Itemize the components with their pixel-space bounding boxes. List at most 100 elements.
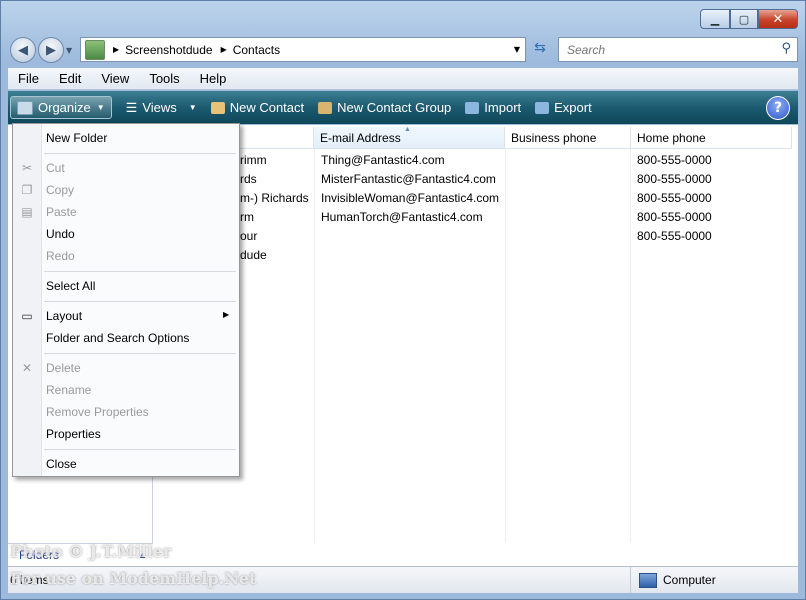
menu-item-layout[interactable]: Layout: [46, 306, 82, 326]
column-header-email[interactable]: E-mail Address ▲: [314, 126, 505, 149]
forward-arrow-icon: ▶: [46, 42, 56, 58]
chevron-down-icon: ▼: [188, 103, 197, 112]
forward-button[interactable]: ▶: [38, 37, 64, 63]
menu-help[interactable]: Help: [190, 71, 237, 86]
export-icon: [535, 101, 550, 114]
menu-edit[interactable]: Edit: [49, 71, 91, 86]
menu-tools[interactable]: Tools: [139, 71, 189, 86]
close-button[interactable]: ✕: [758, 9, 798, 29]
maximize-button[interactable]: ▢: [730, 9, 758, 29]
menu-view[interactable]: View: [91, 71, 139, 86]
breadcrumb-separator-icon[interactable]: ▶: [113, 45, 119, 54]
menu-item-paste[interactable]: Paste: [46, 202, 77, 222]
new-contact-label: New Contact: [229, 100, 305, 115]
organize-menu: New Folder ✂ Cut ❐ Copy ▤ Paste Undo Red…: [12, 123, 240, 477]
watermark-line-2: For use on ModemHelp.Net: [10, 569, 257, 588]
search-icon[interactable]: ⚲: [781, 41, 791, 56]
status-location: Computer: [630, 567, 716, 593]
menu-item-undo[interactable]: Undo: [46, 224, 75, 244]
row-name: m-) Richards: [240, 191, 309, 205]
new-contact-group-icon: [318, 101, 333, 114]
column-header-home-phone-label: Home phone: [637, 130, 706, 145]
breadcrumb-screenshotdude[interactable]: Screenshotdude: [125, 43, 212, 57]
menu-item-delete[interactable]: Delete: [46, 358, 81, 378]
row-home-phone: 800-555-0000: [637, 210, 712, 224]
back-arrow-icon: ◀: [18, 42, 28, 58]
row-email: InvisibleWoman@Fantastic4.com: [321, 191, 500, 205]
menu-icon-gutter: [13, 124, 42, 476]
menu-item-cut[interactable]: Cut: [46, 158, 65, 178]
row-name: dude: [240, 248, 267, 262]
cut-icon: ✂: [21, 161, 33, 175]
menu-item-properties[interactable]: Properties: [46, 424, 101, 444]
minimize-button[interactable]: ▁: [700, 9, 730, 29]
row-home-phone: 800-555-0000: [637, 229, 712, 243]
new-contact-group-button[interactable]: New Contact Group: [318, 100, 451, 115]
help-icon[interactable]: ?: [766, 95, 790, 120]
row-name: our: [240, 229, 258, 243]
menu-item-select-all[interactable]: Select All: [46, 276, 95, 296]
import-icon: [465, 101, 480, 114]
menu-item-rename[interactable]: Rename: [46, 380, 91, 400]
export-button[interactable]: Export: [535, 100, 592, 115]
column-header-home-phone[interactable]: Home phone: [631, 127, 792, 149]
sort-ascending-icon: ▲: [404, 126, 411, 133]
row-home-phone: 800-555-0000: [637, 191, 712, 205]
search-input[interactable]: [565, 38, 769, 61]
window-controls: ▁ ▢ ✕: [700, 9, 798, 31]
menu-separator: [44, 449, 236, 450]
column-header-business-phone-label: Business phone: [511, 130, 597, 145]
copy-icon: ❐: [21, 183, 33, 197]
menu-item-folder-options[interactable]: Folder and Search Options: [46, 328, 189, 348]
export-label: Export: [554, 100, 592, 115]
row-name: rimm: [240, 153, 267, 167]
menu-bar: File Edit View Tools Help: [8, 68, 798, 90]
row-email: Thing@Fantastic4.com: [321, 153, 445, 167]
command-bar: Organize ▼ ☰ Views ▼ New Contact New Con…: [8, 91, 798, 124]
breadcrumb-contacts[interactable]: Contacts: [233, 43, 280, 57]
organize-label: Organize: [38, 100, 91, 115]
views-button[interactable]: ☰ Views ▼: [126, 100, 197, 116]
menu-item-copy[interactable]: Copy: [46, 180, 74, 200]
status-location-label: Computer: [663, 573, 716, 587]
breadcrumb-separator-icon[interactable]: ▶: [221, 45, 227, 54]
chevron-down-icon: ▼: [96, 103, 105, 112]
row-email: HumanTorch@Fantastic4.com: [321, 210, 483, 224]
row-name: rm: [240, 210, 254, 224]
menu-separator: [44, 153, 236, 154]
menu-item-close[interactable]: Close: [46, 454, 77, 474]
import-button[interactable]: Import: [465, 100, 521, 115]
column-header-name[interactable]: [240, 127, 314, 149]
row-name: rds: [240, 172, 257, 186]
address-bar[interactable]: ▶ Screenshotdude ▶ Contacts ▼: [80, 37, 526, 62]
refresh-icon[interactable]: ⇆: [530, 40, 550, 60]
new-contact-group-label: New Contact Group: [337, 100, 452, 115]
delete-icon: ✕: [21, 361, 33, 375]
address-dropdown-icon[interactable]: ▼: [514, 45, 520, 54]
menu-separator: [44, 353, 236, 354]
menu-file[interactable]: File: [8, 71, 49, 86]
contacts-folder-icon: [85, 39, 105, 60]
search-box[interactable]: ⚲: [558, 37, 798, 62]
back-button[interactable]: ◀: [10, 37, 36, 63]
row-home-phone: 800-555-0000: [637, 153, 712, 167]
new-contact-icon: [210, 101, 225, 114]
organize-icon: [17, 100, 33, 115]
paste-icon: ▤: [21, 205, 33, 219]
new-contact-button[interactable]: New Contact: [210, 100, 305, 115]
menu-separator: [44, 301, 236, 302]
menu-item-redo[interactable]: Redo: [46, 246, 75, 266]
menu-item-remove-properties[interactable]: Remove Properties: [46, 402, 149, 422]
computer-icon: [639, 572, 657, 588]
recent-pages-dropdown-icon[interactable]: ▼: [66, 46, 72, 55]
submenu-arrow-icon: ▶: [223, 310, 230, 319]
import-label: Import: [484, 100, 522, 115]
menu-item-new-folder[interactable]: New Folder: [46, 128, 107, 148]
layout-icon: ▭: [21, 309, 33, 323]
column-header-business-phone[interactable]: Business phone: [505, 127, 631, 149]
views-label: Views: [142, 100, 177, 115]
menu-separator: [44, 271, 236, 272]
watermark-line-1: Photo © J.T.Miller: [10, 542, 172, 561]
organize-button[interactable]: Organize ▼: [10, 96, 112, 119]
views-icon: ☰: [125, 99, 138, 115]
